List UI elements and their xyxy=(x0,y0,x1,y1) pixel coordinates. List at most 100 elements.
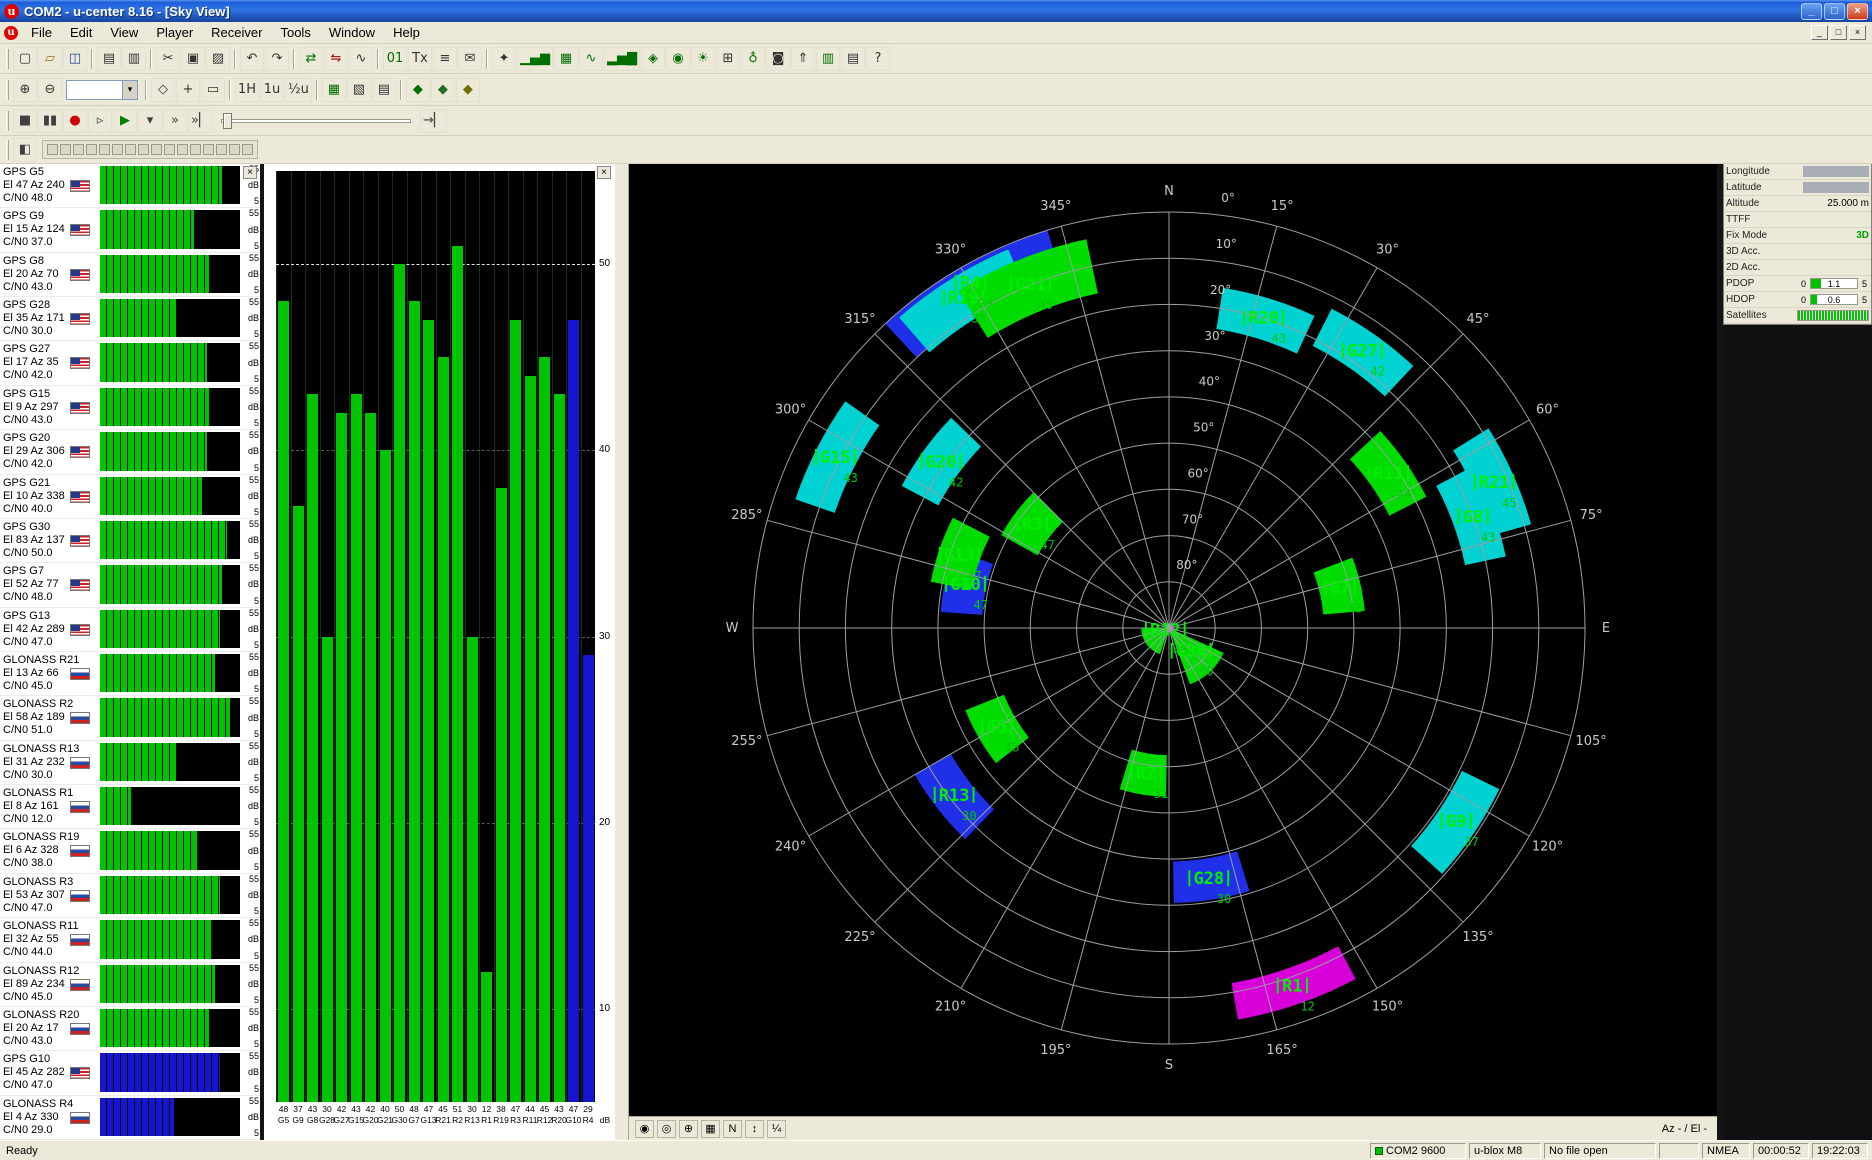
zoom-out-button[interactable]: ⊖ xyxy=(38,78,62,102)
crosshair-tool-button[interactable]: + xyxy=(176,78,200,102)
messages-view-button[interactable]: ✉ xyxy=(458,47,482,71)
dock-placeholder[interactable] xyxy=(47,144,58,155)
toolbar-grip[interactable] xyxy=(6,140,9,160)
disconnect-receiver-button[interactable]: ⇋ xyxy=(324,47,348,71)
save-file-button[interactable]: ◫ xyxy=(63,47,87,71)
step-button[interactable]: ▹ xyxy=(88,109,112,133)
dock-placeholder[interactable] xyxy=(86,144,97,155)
configuration-view-button[interactable]: ✦ xyxy=(492,47,516,71)
play-button[interactable]: ▶ xyxy=(113,109,137,133)
menu-view[interactable]: View xyxy=(101,23,147,42)
child-window-icon[interactable]: u xyxy=(4,26,18,40)
toolbar-grip[interactable] xyxy=(6,49,9,69)
dock-placeholder[interactable] xyxy=(216,144,227,155)
close-icon[interactable]: × xyxy=(243,166,257,179)
google-earth-view-button[interactable]: ♁ xyxy=(741,47,765,71)
dock-placeholder[interactable] xyxy=(190,144,201,155)
paste-button[interactable]: ▨ xyxy=(206,47,230,71)
chart-view-button[interactable]: ∿ xyxy=(579,47,603,71)
about-button[interactable]: ? xyxy=(866,47,890,71)
deviation-map-view-button[interactable]: ◉ xyxy=(666,47,690,71)
menu-edit[interactable]: Edit xyxy=(61,23,101,42)
dock-placeholder[interactable] xyxy=(112,144,123,155)
sky-zoom-in-button[interactable]: ◉ xyxy=(635,1120,654,1138)
camera-view-button[interactable]: ◙ xyxy=(766,47,790,71)
package-2-button[interactable]: ◆ xyxy=(431,78,455,102)
dock-toggle-button[interactable]: ◧ xyxy=(13,138,37,162)
open-file-button[interactable]: ▱ xyxy=(38,47,62,71)
playback-position-slider[interactable] xyxy=(221,112,411,130)
dock-placeholder[interactable] xyxy=(138,144,149,155)
pan-tool-button[interactable]: ◇ xyxy=(151,78,175,102)
slider-thumb[interactable] xyxy=(223,113,232,129)
dock-placeholder[interactable] xyxy=(151,144,162,155)
edit-table-button[interactable]: ▤ xyxy=(372,78,396,102)
zoom-in-button[interactable]: ⊕ xyxy=(13,78,37,102)
menu-tools[interactable]: Tools xyxy=(271,23,319,42)
jump-to-end-button[interactable]: →▏ xyxy=(420,109,447,133)
record-button[interactable]: ● xyxy=(63,109,87,133)
map-view-button[interactable]: ◈ xyxy=(641,47,665,71)
chart-select-combo[interactable]: ▾ xyxy=(66,80,138,100)
text-console-button[interactable]: Tx xyxy=(408,47,432,71)
sky-center-button[interactable]: ⊕ xyxy=(679,1120,698,1138)
cut-button[interactable]: ✂ xyxy=(156,47,180,71)
chevron-down-icon[interactable]: ▾ xyxy=(122,81,137,99)
statistic-view-button[interactable]: ▁▄▆ xyxy=(517,47,553,71)
maximize-button[interactable]: □ xyxy=(1824,3,1845,20)
slider-track[interactable] xyxy=(221,119,411,123)
menu-player[interactable]: Player xyxy=(147,23,202,42)
scale-half-button[interactable]: ½u xyxy=(285,78,312,102)
redo-button[interactable]: ↷ xyxy=(265,47,289,71)
message-inspector-button[interactable]: ▥ xyxy=(816,47,840,71)
autobauding-button[interactable]: ∿ xyxy=(349,47,373,71)
pause-button[interactable]: ▮▮ xyxy=(38,109,62,133)
menu-file[interactable]: File xyxy=(22,23,61,42)
dock-placeholder[interactable] xyxy=(73,144,84,155)
stop-button[interactable]: ■ xyxy=(13,109,37,133)
add-table-button[interactable]: ▦ xyxy=(322,78,346,102)
dock-placeholder[interactable] xyxy=(177,144,188,155)
panel-splitter[interactable] xyxy=(614,164,629,1140)
binary-console-button[interactable]: 01 xyxy=(383,47,407,71)
sky-zoom-out-button[interactable]: ◎ xyxy=(657,1120,676,1138)
docking-windows-button[interactable]: ⊞ xyxy=(716,47,740,71)
scale-quarter-button[interactable]: ¼ xyxy=(767,1120,786,1138)
undo-button[interactable]: ↶ xyxy=(240,47,264,71)
dock-placeholder[interactable] xyxy=(242,144,253,155)
title-bar[interactable]: u COM2 - u-center 8.16 - [Sky View] _□× xyxy=(0,0,1872,22)
dock-placeholder[interactable] xyxy=(60,144,71,155)
toolbar-grip[interactable] xyxy=(6,80,9,100)
connect-receiver-button[interactable]: ⇄ xyxy=(299,47,323,71)
menu-window[interactable]: Window xyxy=(320,23,384,42)
remove-table-button[interactable]: ▧ xyxy=(347,78,371,102)
minimize-button[interactable]: _ xyxy=(1801,3,1822,20)
scale-1u-button[interactable]: 1u xyxy=(260,78,284,102)
dock-placeholder[interactable] xyxy=(125,144,136,155)
scale-1h-button[interactable]: 1H xyxy=(235,78,259,102)
dock-placeholder[interactable] xyxy=(203,144,214,155)
play-options-dropdown[interactable]: ▾ xyxy=(138,109,162,133)
toolbar-grip[interactable] xyxy=(6,111,9,131)
hotkeys-button[interactable]: ▤ xyxy=(841,47,865,71)
menu-help[interactable]: Help xyxy=(384,23,429,42)
sky-view-button[interactable]: ☀ xyxy=(691,47,715,71)
copy-button[interactable]: ▣ xyxy=(181,47,205,71)
package-3-button[interactable]: ◆ xyxy=(456,78,480,102)
histogram-view-button[interactable]: ▂▅▇ xyxy=(604,47,640,71)
new-file-button[interactable]: ▢ xyxy=(13,47,37,71)
skip-to-end-button[interactable]: »▏ xyxy=(188,109,212,133)
dock-placeholder[interactable] xyxy=(99,144,110,155)
track-history-button[interactable]: ↕ xyxy=(745,1120,764,1138)
table-view-button[interactable]: ▦ xyxy=(554,47,578,71)
print-button[interactable]: ▤ xyxy=(97,47,121,71)
close-icon[interactable]: × xyxy=(597,166,611,179)
mdi-close-button[interactable]: × xyxy=(1849,25,1866,40)
firmware-update-button[interactable]: ⇑ xyxy=(791,47,815,71)
package-1-button[interactable]: ◆ xyxy=(406,78,430,102)
packet-console-button[interactable]: ≡ xyxy=(433,47,457,71)
sky-options-button[interactable]: ▦ xyxy=(701,1120,720,1138)
ruler-tool-button[interactable]: ▭ xyxy=(201,78,225,102)
mdi-maximize-button[interactable]: □ xyxy=(1830,25,1847,40)
print-preview-button[interactable]: ▥ xyxy=(122,47,146,71)
